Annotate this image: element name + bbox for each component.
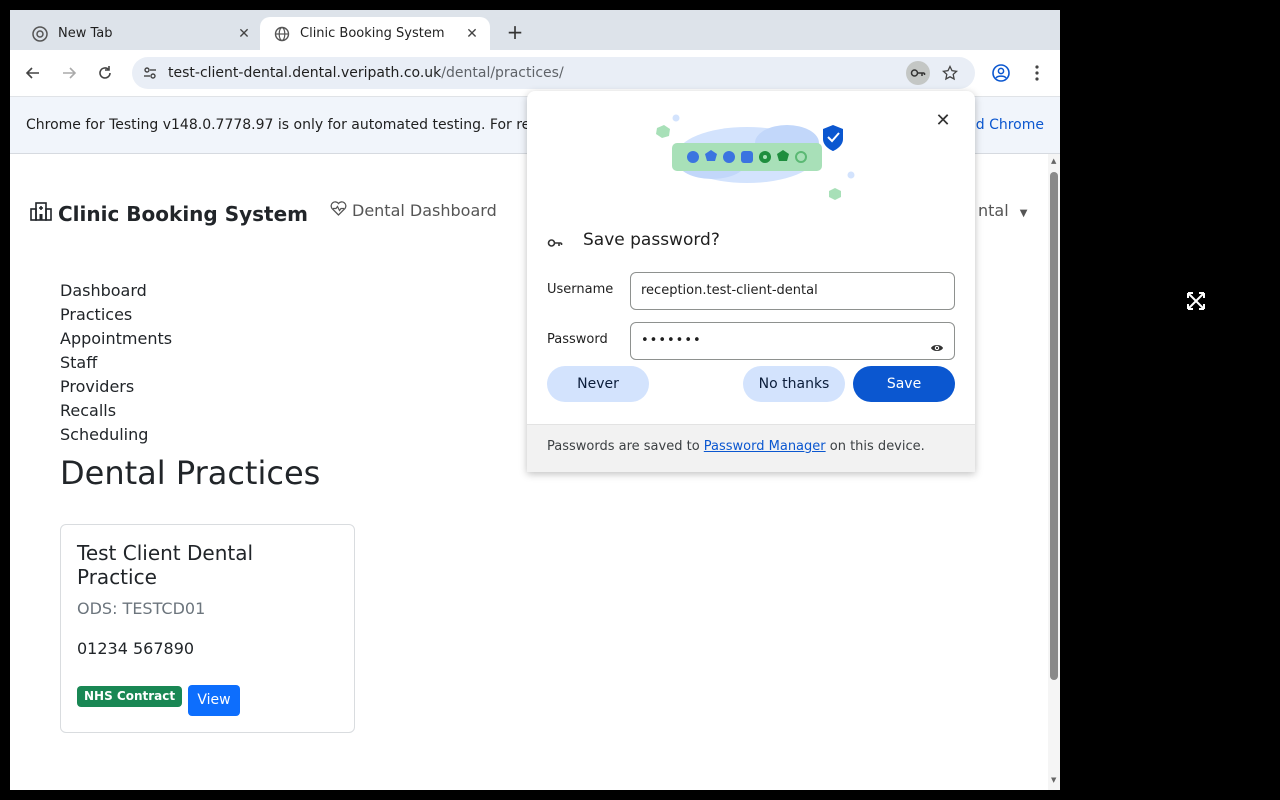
close-dialog-icon[interactable]: ✕ — [933, 111, 953, 131]
scrollbar[interactable]: ▲ ▼ — [1048, 154, 1060, 790]
profile-icon[interactable] — [989, 61, 1013, 85]
tab-title: New Tab — [58, 26, 113, 41]
forward-icon[interactable] — [57, 61, 81, 85]
new-tab-button[interactable]: + — [503, 21, 527, 45]
password-value: ••••••• — [641, 333, 702, 348]
close-tab-icon[interactable]: ✕ — [464, 26, 480, 42]
dialog-title: Save password? — [583, 230, 720, 250]
nav-dropdown[interactable]: ntal ▼ — [978, 201, 1027, 220]
no-thanks-button[interactable]: No thanks — [743, 366, 845, 402]
infobar-message: Chrome for Testing v148.0.7778.97 is onl… — [26, 117, 531, 133]
view-button[interactable]: View — [188, 685, 240, 716]
practice-phone: 01234 567890 — [77, 639, 195, 658]
infobar-link[interactable]: d Chrome — [976, 97, 1044, 153]
nhs-contract-badge: NHS Contract — [77, 686, 183, 707]
back-icon[interactable] — [21, 61, 45, 85]
scrollbar-thumb[interactable] — [1050, 172, 1058, 680]
site-info-icon[interactable] — [142, 65, 158, 85]
nav-dropdown-label: ntal — [978, 201, 1009, 220]
scroll-down-icon[interactable]: ▼ — [1051, 776, 1056, 784]
practice-ods: ODS: TESTCD01 — [77, 599, 206, 618]
menu-item-appointments[interactable]: Appointments — [60, 327, 172, 351]
footer-text-post: on this device. — [825, 439, 925, 454]
menu-item-dashboard[interactable]: Dashboard — [60, 279, 172, 303]
hospital-icon — [30, 200, 52, 227]
address-bar[interactable]: test-client-dental.dental.veripath.co.uk… — [132, 57, 975, 89]
username-label: Username — [547, 282, 614, 297]
url-host: test-client-dental.dental.veripath.co.uk — [168, 65, 442, 81]
menu-kebab-icon[interactable] — [1025, 61, 1049, 85]
password-field[interactable]: ••••••• — [630, 322, 955, 360]
reload-icon[interactable] — [93, 61, 117, 85]
brand-text: Clinic Booking System — [58, 201, 309, 226]
save-password-dialog: ✕ Save password? Username reception.test… — [527, 91, 975, 472]
url-text: test-client-dental.dental.veripath.co.uk… — [168, 57, 564, 89]
globe-icon — [274, 26, 290, 42]
tab-clinic-booking[interactable]: Clinic Booking System ✕ — [260, 17, 490, 50]
nav-dental-dashboard[interactable]: Dental Dashboard — [330, 201, 497, 220]
footer-text-pre: Passwords are saved to — [547, 439, 704, 454]
tab-title: Clinic Booking System — [300, 26, 445, 41]
page-title: Dental Practices — [60, 454, 321, 492]
password-manager-link[interactable]: Password Manager — [704, 439, 826, 454]
browser-toolbar: test-client-dental.dental.veripath.co.uk… — [10, 50, 1060, 96]
key-icon — [547, 234, 563, 253]
menu-item-scheduling[interactable]: Scheduling — [60, 423, 172, 447]
tab-strip: New Tab ✕ Clinic Booking System ✕ + — [10, 10, 1060, 50]
eye-icon[interactable] — [930, 334, 944, 370]
password-label: Password — [547, 332, 608, 347]
practice-card: Test Client Dental Practice ODS: TESTCD0… — [60, 524, 355, 733]
username-field[interactable]: reception.test-client-dental — [630, 272, 955, 310]
practice-name: Test Client Dental Practice — [77, 541, 254, 589]
save-button[interactable]: Save — [853, 366, 955, 402]
tab-new-tab[interactable]: New Tab ✕ — [18, 17, 262, 50]
menu-item-practices[interactable]: Practices — [60, 303, 172, 327]
chrome-icon — [32, 25, 48, 42]
menu-item-recalls[interactable]: Recalls — [60, 399, 172, 423]
scroll-up-icon[interactable]: ▲ — [1051, 157, 1056, 165]
browser-window: New Tab ✕ Clinic Booking System ✕ + test… — [10, 10, 1060, 790]
brand[interactable]: Clinic Booking System — [30, 200, 308, 227]
never-button[interactable]: Never — [547, 366, 649, 402]
side-menu: Dashboard Practices Appointments Staff P… — [60, 279, 172, 447]
move-cursor-icon — [1187, 292, 1205, 310]
caret-down-icon: ▼ — [1019, 208, 1028, 219]
close-tab-icon[interactable]: ✕ — [236, 26, 252, 42]
menu-item-staff[interactable]: Staff — [60, 351, 172, 375]
password-key-icon[interactable] — [906, 61, 930, 85]
menu-item-providers[interactable]: Providers — [60, 375, 172, 399]
heart-pulse-icon — [330, 201, 347, 220]
dialog-footer: Passwords are saved to Password Manager … — [527, 424, 975, 472]
bookmark-star-icon[interactable] — [941, 64, 959, 85]
password-illustration-icon — [656, 114, 855, 200]
url-path: /dental/practices/ — [441, 65, 564, 81]
nav-dental-dashboard-label: Dental Dashboard — [352, 201, 497, 220]
